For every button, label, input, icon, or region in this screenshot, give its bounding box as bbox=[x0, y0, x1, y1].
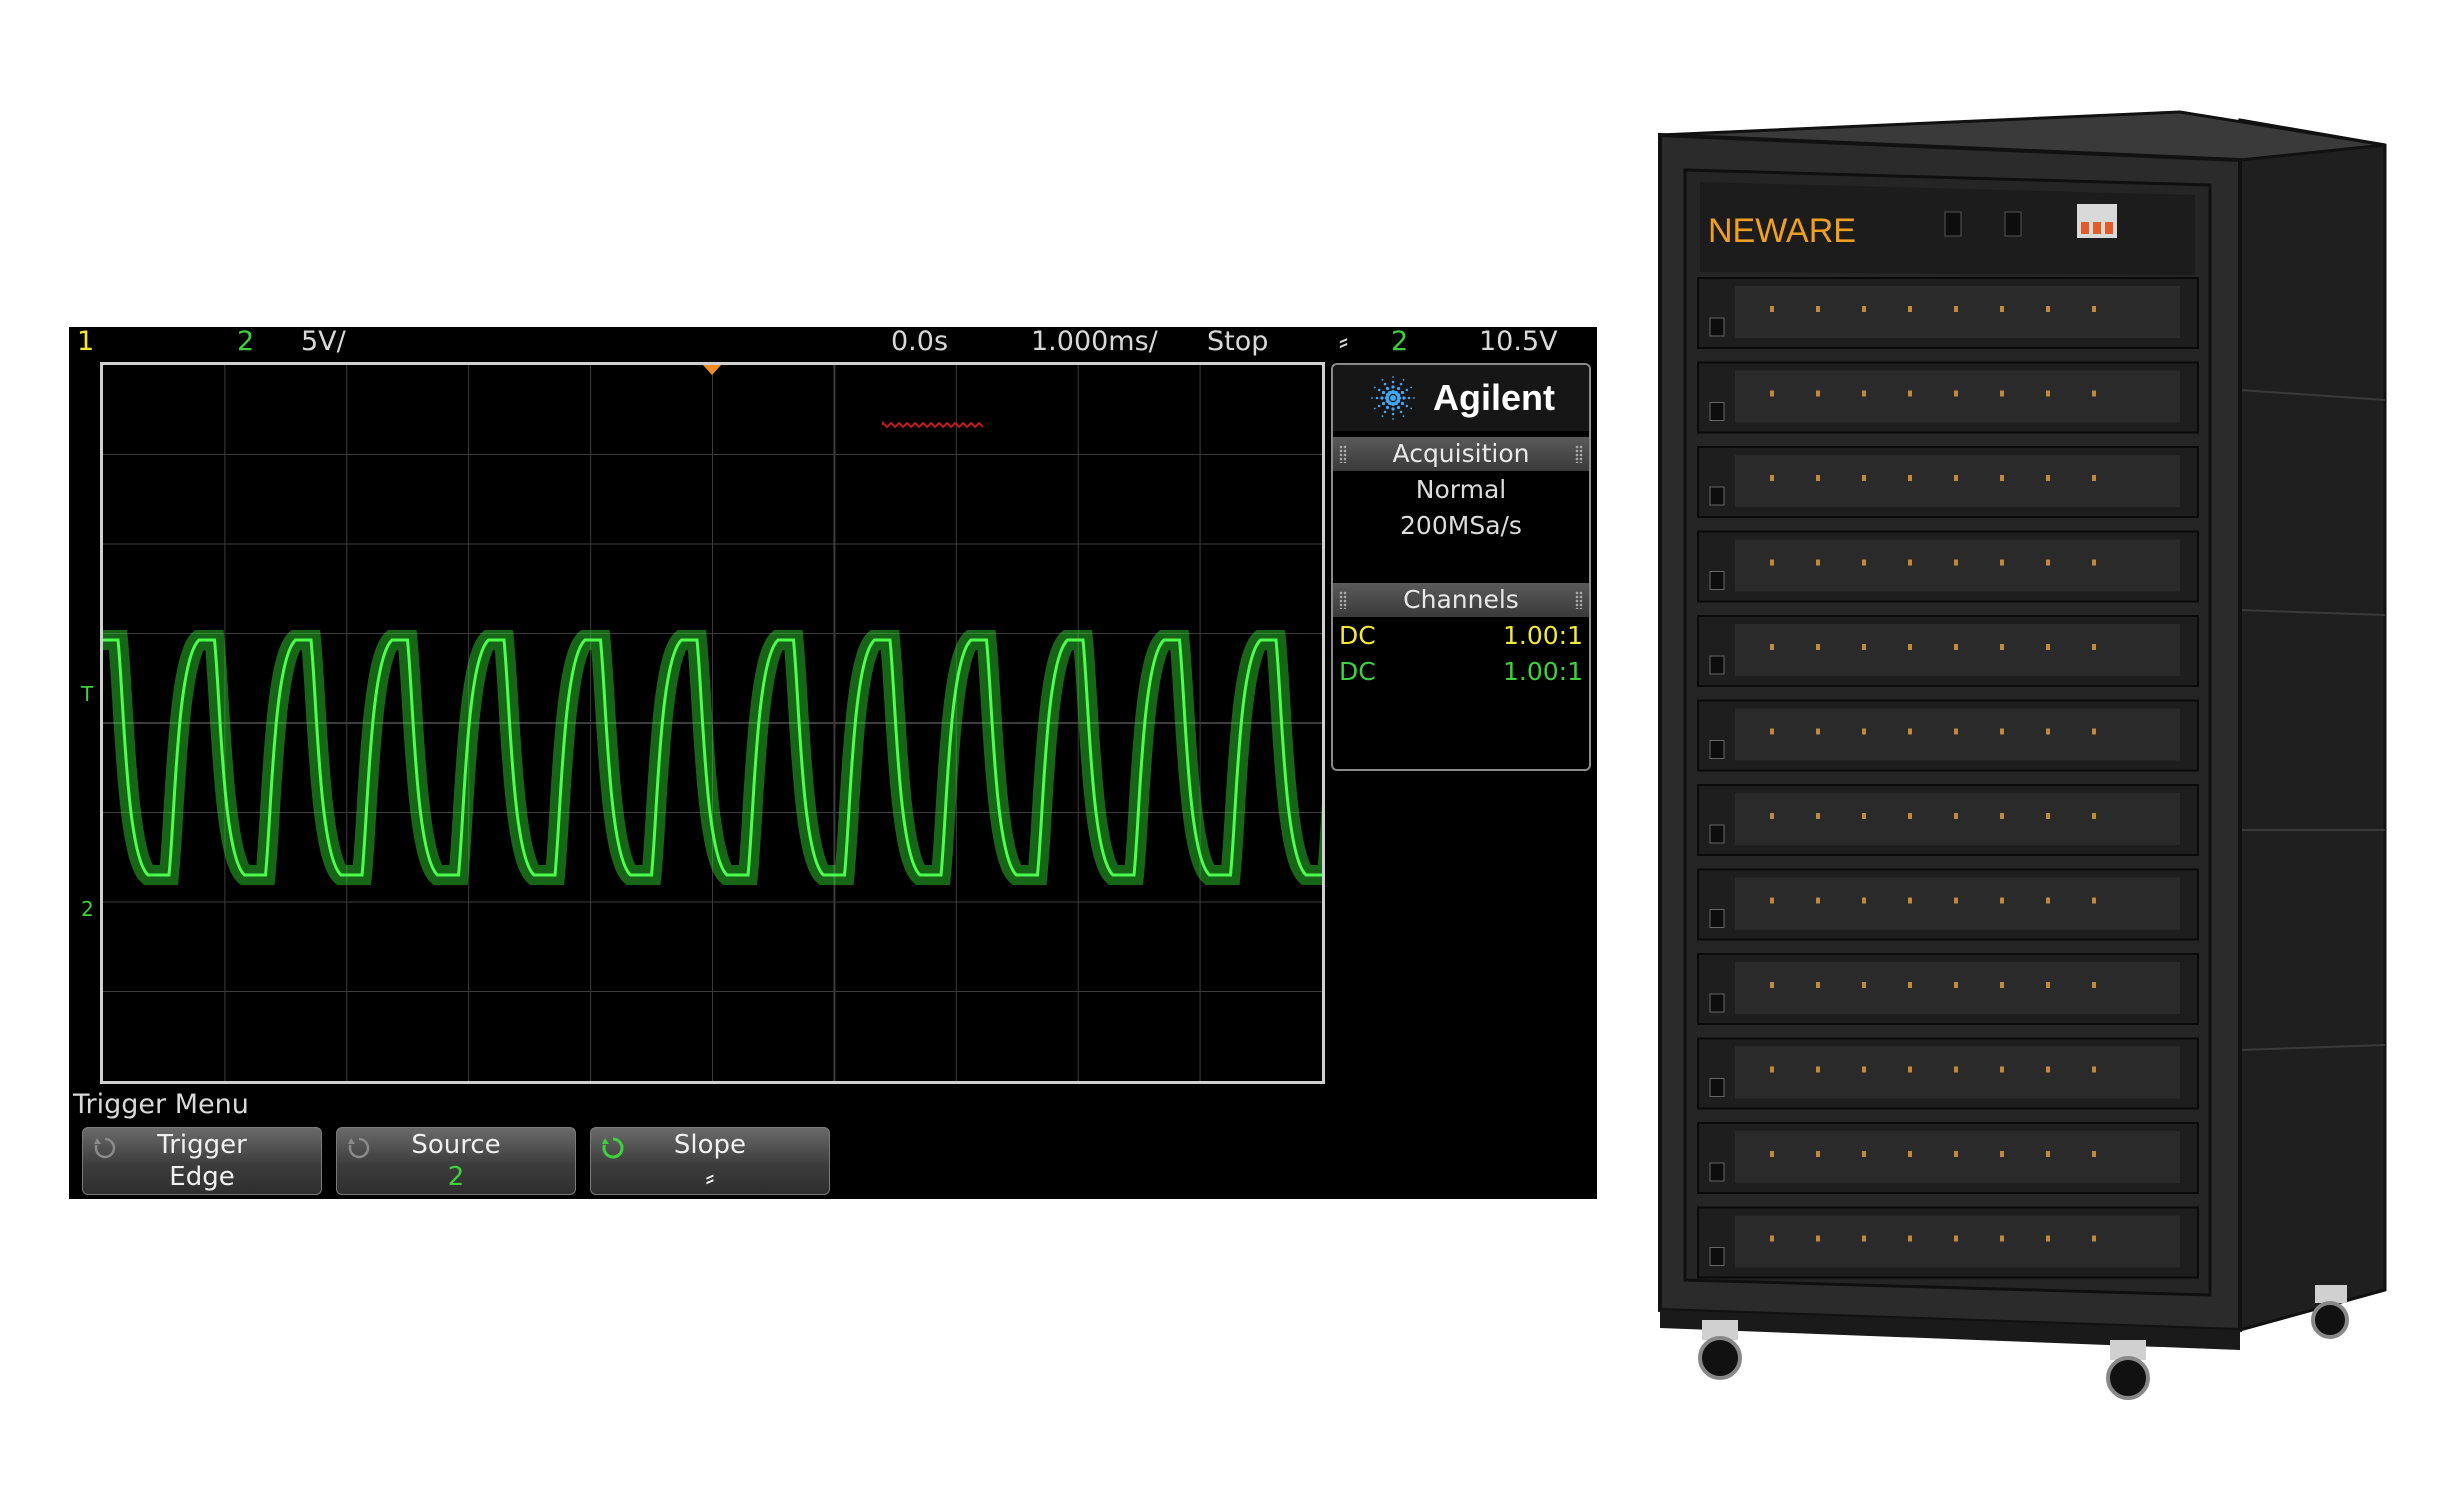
softkey-value: Edge bbox=[169, 1162, 235, 1192]
tester-module bbox=[1697, 277, 2199, 349]
trigger-level-marker[interactable]: T bbox=[81, 682, 93, 706]
tester-module bbox=[1697, 530, 2199, 603]
trigger-level: 10.5V bbox=[1479, 327, 1558, 357]
ch2-indicator[interactable]: 2 bbox=[237, 327, 254, 357]
time-offset: 0.0s bbox=[891, 327, 949, 357]
grip-icon bbox=[1575, 445, 1583, 463]
oscilloscope-screen: 1 2 5V/ 0.0s 1.000ms/ Stop ⸗ 2 10.5V T 2… bbox=[69, 327, 1597, 1199]
trigger-channel: 2 bbox=[1391, 327, 1409, 357]
menu-title: Trigger Menu bbox=[73, 1089, 249, 1120]
acquisition-header-label: Acquisition bbox=[1392, 439, 1530, 468]
brand-label: Agilent bbox=[1433, 377, 1555, 418]
tester-module bbox=[1697, 953, 2199, 1025]
acquisition-mode: Normal bbox=[1415, 475, 1507, 504]
softkey-value: 2 bbox=[447, 1162, 465, 1192]
channels-header-label: Channels bbox=[1403, 585, 1519, 614]
caster-wheel-icon bbox=[2311, 1285, 2349, 1339]
run-state: Stop bbox=[1207, 327, 1269, 357]
neware-logo: NEWARE bbox=[1708, 212, 1856, 250]
softkey-label: Source bbox=[411, 1130, 501, 1160]
brand-box: Agilent bbox=[1333, 365, 1589, 431]
time-scale: 1.000ms/ bbox=[1031, 327, 1158, 357]
grip-icon bbox=[1339, 445, 1347, 463]
graticule-svg bbox=[103, 365, 1322, 1081]
grip-icon bbox=[1339, 591, 1347, 609]
ch2-ground-marker[interactable]: 2 bbox=[81, 897, 94, 921]
channel-row-2[interactable]: DC 1.00:1 bbox=[1339, 657, 1583, 689]
power-switch-icon bbox=[2004, 211, 2022, 237]
tester-module bbox=[1697, 868, 2199, 941]
slope-softkey[interactable]: Slope ⸗ bbox=[590, 1127, 830, 1195]
ch2-scale: 5V/ bbox=[301, 327, 346, 357]
channel-coupling: DC bbox=[1339, 657, 1376, 686]
agilent-spark-icon bbox=[1371, 376, 1415, 420]
source-softkey[interactable]: Source 2 bbox=[336, 1127, 576, 1195]
battery-test-cabinet: NEWARE bbox=[1640, 100, 2420, 1420]
softkey-label: Trigger bbox=[157, 1130, 247, 1160]
channels-header[interactable]: Channels bbox=[1333, 583, 1589, 617]
channel-coupling: DC bbox=[1339, 621, 1376, 650]
softkey-value: ⸗ bbox=[705, 1163, 715, 1193]
cabinet-illustration: NEWARE bbox=[1658, 110, 2387, 1400]
trigger-slope-icon: ⸗ bbox=[1339, 327, 1348, 357]
channel-probe: 1.00:1 bbox=[1503, 621, 1583, 650]
waveform-graticule bbox=[100, 362, 1325, 1084]
tester-module bbox=[1697, 361, 2199, 434]
tester-module bbox=[1697, 615, 2199, 687]
channel-probe: 1.00:1 bbox=[1503, 657, 1583, 686]
acquisition-header[interactable]: Acquisition bbox=[1333, 437, 1589, 471]
sample-rate: 200MSa/s bbox=[1400, 511, 1522, 540]
grip-icon bbox=[1575, 591, 1583, 609]
channel-row-1[interactable]: DC 1.00:1 bbox=[1339, 621, 1583, 653]
tester-module bbox=[1697, 1206, 2199, 1279]
caster-wheel-icon bbox=[2106, 1340, 2150, 1400]
ch1-indicator[interactable]: 1 bbox=[77, 327, 94, 357]
tester-module bbox=[1697, 784, 2199, 856]
trigger-softkey[interactable]: Trigger Edge bbox=[82, 1127, 322, 1195]
tester-module bbox=[1697, 1122, 2199, 1194]
tester-module bbox=[1697, 446, 2199, 518]
tester-module bbox=[1697, 699, 2199, 772]
reference-marker-icon bbox=[882, 420, 984, 429]
softkey-label: Slope bbox=[673, 1130, 747, 1160]
tester-module bbox=[1697, 1037, 2199, 1110]
status-bar: 1 2 5V/ 0.0s 1.000ms/ Stop ⸗ 2 10.5V bbox=[69, 327, 1597, 357]
trigger-position-icon bbox=[703, 365, 721, 375]
info-panel: Agilent Acquisition Normal 200MSa/s Chan… bbox=[1331, 363, 1591, 771]
power-switch-icon bbox=[1944, 211, 1962, 237]
caster-wheel-icon bbox=[1698, 1320, 1742, 1380]
